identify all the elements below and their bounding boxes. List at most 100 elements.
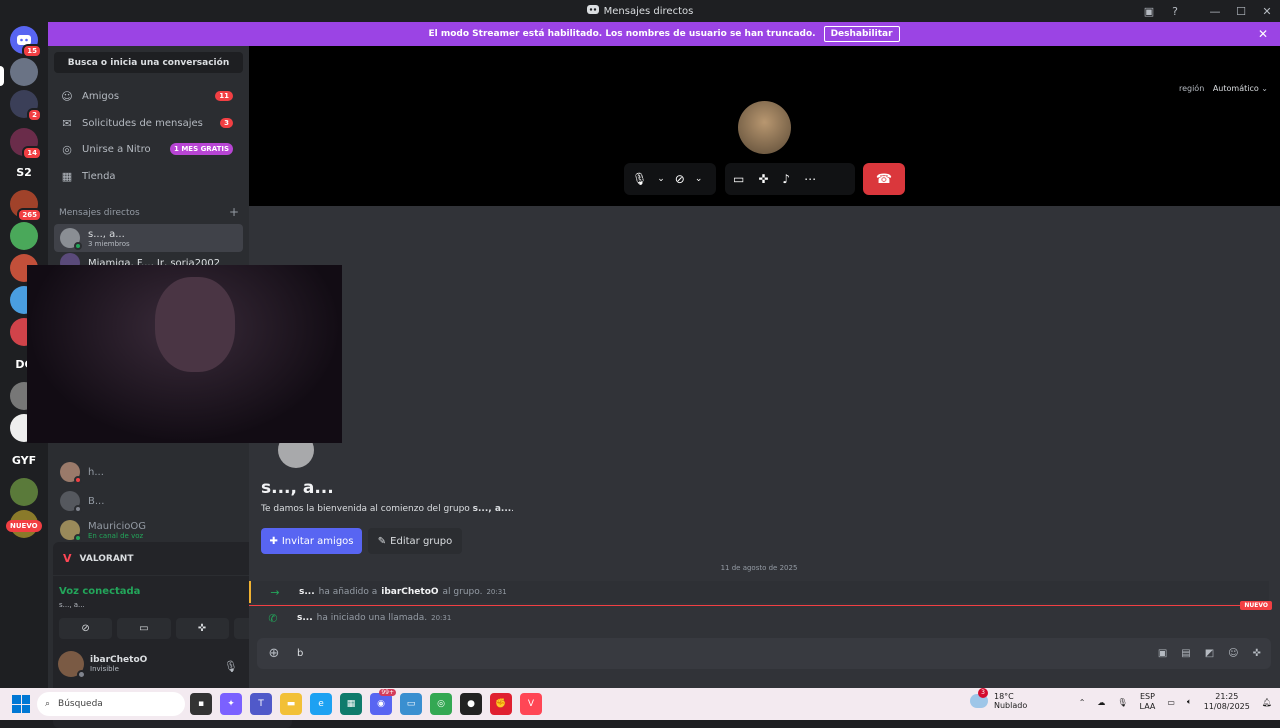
- actor-name[interactable]: s...: [299, 587, 315, 597]
- activity-name: VALORANT: [79, 553, 134, 564]
- edge-icon[interactable]: e: [310, 693, 332, 715]
- nav-nitro[interactable]: ◎ Unirse a Nitro 1 MES GRATIS: [54, 137, 243, 161]
- new-messages-line: [249, 605, 1269, 606]
- server-icon[interactable]: [10, 222, 38, 250]
- new-badge[interactable]: NUEVO: [6, 520, 42, 532]
- microphone-icon[interactable]: 🎙︎: [632, 172, 647, 186]
- message-composer[interactable]: ⊕ b ▣ ▤ ◩ ☺ ✜: [257, 638, 1271, 669]
- search-icon: ⌕: [45, 699, 51, 709]
- taskbar-search[interactable]: ⌕ Búsqueda: [37, 692, 185, 716]
- camera-button[interactable]: ⊘: [59, 618, 113, 639]
- network-icon[interactable]: ▭: [1167, 698, 1175, 707]
- obs-icon[interactable]: ●: [460, 693, 482, 715]
- dm-item[interactable]: B...: [54, 487, 243, 515]
- language-indicator[interactable]: ESP LAA: [1140, 692, 1156, 712]
- home-button[interactable]: 15: [10, 26, 42, 58]
- soundboard-icon[interactable]: ♪: [782, 172, 790, 186]
- help-icon[interactable]: ?: [1162, 0, 1188, 22]
- gif-icon[interactable]: ▤: [1181, 648, 1190, 659]
- gamepad-icon[interactable]: ✜: [758, 172, 768, 186]
- server-icon[interactable]: [10, 58, 38, 86]
- server-icon[interactable]: 265: [10, 190, 42, 222]
- server-icon-gyf[interactable]: GYF: [10, 446, 38, 474]
- sticker-icon[interactable]: ◩: [1205, 648, 1214, 659]
- server-icon[interactable]: [10, 478, 38, 506]
- create-dm-icon[interactable]: +: [229, 206, 239, 218]
- emoji-icon[interactable]: ☺: [1228, 648, 1238, 659]
- start-button[interactable]: [12, 695, 30, 713]
- screen-share-button[interactable]: ▭: [117, 618, 171, 639]
- chevron-up-icon[interactable]: ⌃: [1079, 698, 1086, 707]
- discord-taskbar-icon[interactable]: ◉ 99+: [370, 689, 396, 715]
- activity-button[interactable]: ✜: [175, 618, 229, 639]
- dm-name: MauricioOG: [88, 520, 146, 532]
- chevron-down-icon[interactable]: ⌄: [657, 174, 665, 184]
- gift-icon[interactable]: ▣: [1158, 648, 1167, 659]
- notification-icon[interactable]: 🔔︎: [1262, 698, 1272, 707]
- store-icon[interactable]: ▦: [340, 693, 362, 715]
- file-explorer-icon[interactable]: ▬: [280, 693, 302, 715]
- region-label: región: [1178, 84, 1205, 93]
- gamepad-icon[interactable]: ✜: [1253, 648, 1261, 659]
- minimize-button[interactable]: —: [1202, 0, 1228, 22]
- server-icon-s2[interactable]: S2: [10, 158, 38, 186]
- nav-label: Solicitudes de mensajes: [82, 117, 203, 129]
- call-participant-avatar[interactable]: [738, 101, 791, 154]
- timestamp: 20:31: [486, 588, 507, 596]
- invite-friends-button[interactable]: ✚ Invitar amigos: [261, 528, 362, 554]
- dm-name: B...: [88, 495, 105, 507]
- maximize-button[interactable]: ☐: [1228, 0, 1254, 22]
- teams-icon[interactable]: T: [250, 693, 272, 715]
- dm-item[interactable]: h...: [54, 458, 243, 486]
- conversation-search-button[interactable]: Busca o inicia una conversación: [54, 52, 243, 73]
- nav-shop[interactable]: ▦ Tienda: [54, 164, 243, 188]
- system-message: ✆ s... ha iniciado una llamada. 20:31: [249, 607, 1269, 629]
- add-attachment-icon[interactable]: ⊕: [257, 646, 291, 661]
- actor-name[interactable]: s...: [297, 613, 313, 623]
- nav-label: Amigos: [82, 90, 120, 102]
- dm-item[interactable]: MauricioOG En canal de voz: [54, 516, 243, 544]
- volume-icon[interactable]: 🔈︎: [1187, 697, 1192, 707]
- close-window-button[interactable]: ✕: [1254, 0, 1280, 22]
- chrome-icon[interactable]: ◎: [430, 693, 452, 715]
- phone-hangup-icon: ☎: [875, 171, 893, 187]
- microphone-icon[interactable]: 🎙︎: [1117, 698, 1127, 707]
- app-icon[interactable]: ▭: [400, 693, 422, 715]
- phone-icon: ✆: [268, 611, 278, 625]
- more-icon[interactable]: ⋯: [804, 172, 816, 186]
- microphone-icon[interactable]: 🎙︎: [224, 660, 238, 673]
- banner-text: El modo Streamer está habilitado. Los no…: [428, 29, 816, 39]
- close-icon[interactable]: ✕: [1258, 27, 1268, 41]
- onedrive-icon[interactable]: ☁: [1097, 698, 1105, 707]
- friends-badge: 11: [215, 91, 233, 101]
- voice-connected-status[interactable]: Voz conectada: [59, 586, 140, 597]
- nav-friends[interactable]: ☺ Amigos 11: [54, 84, 243, 108]
- edit-group-button[interactable]: ✎ Editar grupo: [368, 528, 462, 554]
- chevron-down-icon[interactable]: ⌄: [695, 174, 703, 184]
- server-icon[interactable]: 2: [10, 90, 42, 122]
- inbox-icon[interactable]: ▣: [1136, 0, 1162, 22]
- copilot-icon[interactable]: ✦: [220, 693, 242, 715]
- server-icon[interactable]: 14: [10, 128, 42, 160]
- nav-label: Tienda: [82, 170, 116, 182]
- region-selector[interactable]: región Automático ⌄: [1179, 84, 1268, 93]
- pencil-icon: ✎: [377, 535, 387, 547]
- disable-streamer-button[interactable]: Deshabilitar: [823, 26, 900, 42]
- notification-badge: 265: [17, 208, 42, 222]
- clock[interactable]: 21:25 11/08/2025: [1204, 692, 1250, 712]
- avatar[interactable]: [58, 651, 86, 679]
- screen-share-icon[interactable]: ▭: [733, 172, 744, 186]
- message-input[interactable]: b: [291, 648, 1158, 659]
- camera-off-icon[interactable]: ⊘: [675, 172, 685, 186]
- target-name[interactable]: ibarChetoO: [381, 587, 438, 597]
- dm-item-group[interactable]: s..., a... 3 miembros: [54, 224, 243, 252]
- nav-message-requests[interactable]: ✉ Solicitudes de mensajes 3: [54, 111, 243, 135]
- weather-widget[interactable]: 3 18°C Nublado: [970, 688, 1027, 710]
- dm-name: h...: [88, 466, 104, 478]
- valorant-icon[interactable]: V: [520, 693, 542, 715]
- task-view-icon[interactable]: ▪: [190, 693, 212, 715]
- riot-client-icon[interactable]: ✊: [490, 693, 512, 715]
- hang-up-button[interactable]: ☎: [863, 163, 905, 195]
- chat-area: s..., a... Te damos la bienvenida al com…: [249, 206, 1280, 688]
- dm-members: 3 miembros: [88, 239, 130, 248]
